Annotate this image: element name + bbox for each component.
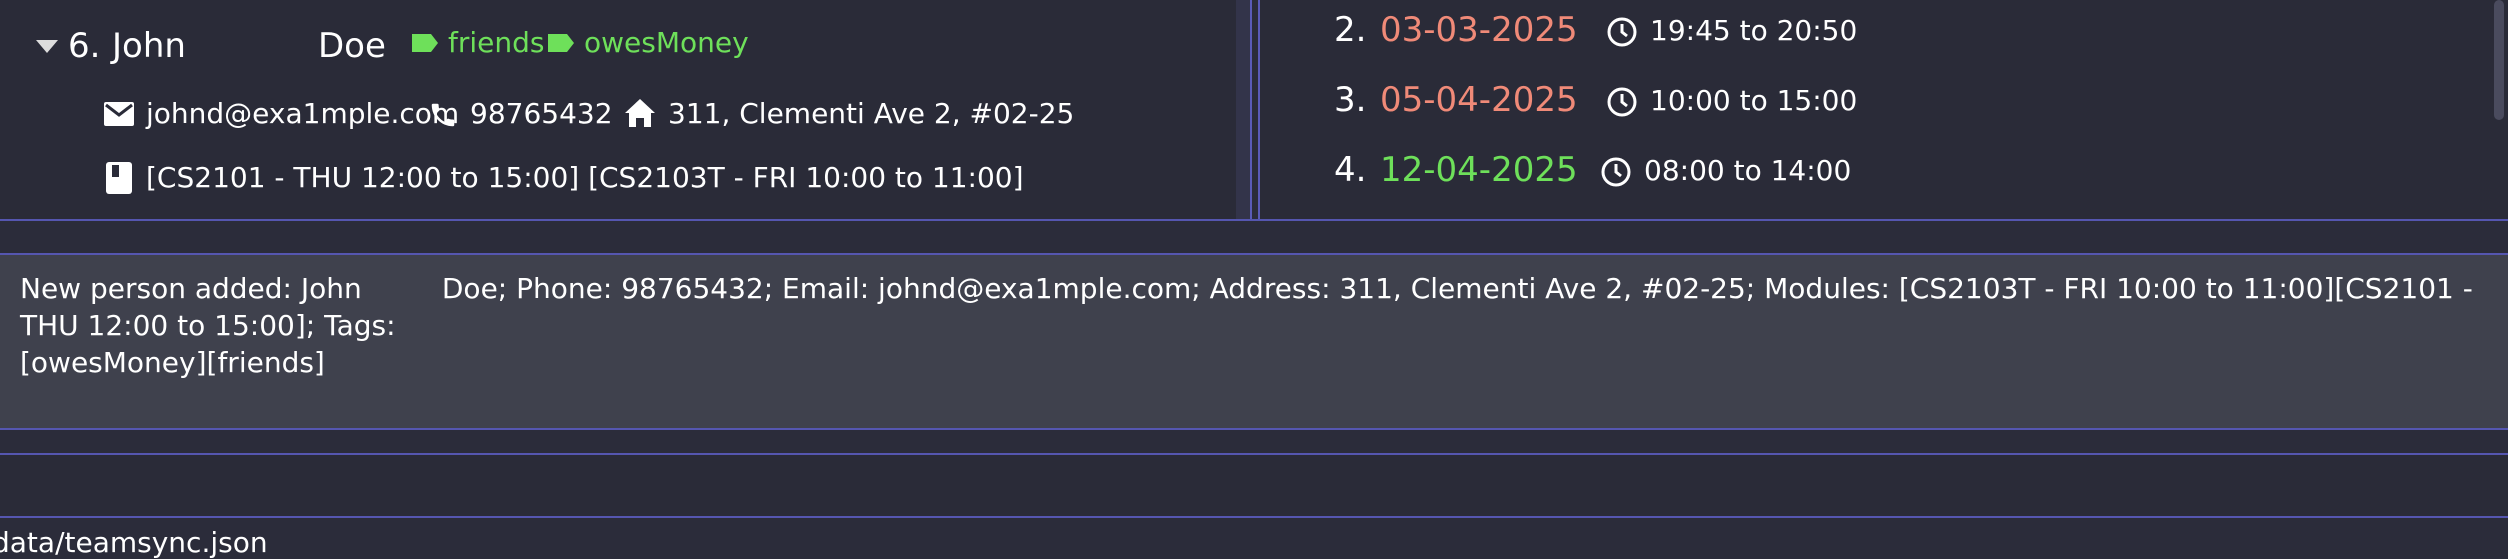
book-icon: [106, 162, 132, 194]
command-input-box[interactable]: [0, 453, 2508, 518]
phone-icon: [431, 103, 455, 127]
panel-divider: [0, 219, 2508, 221]
tag-label: owesMoney: [584, 26, 749, 59]
clock-icon: [1607, 17, 1637, 47]
person-phone: 98765432: [470, 97, 613, 130]
home-icon: [625, 99, 655, 127]
appointment-scrollbar[interactable]: [2494, 0, 2504, 120]
appointment-time: 08:00 to 14:00: [1644, 154, 1852, 187]
appointment-index: 2.: [1334, 10, 1367, 50]
appointment-time: 10:00 to 15:00: [1650, 84, 1858, 117]
result-line-1: New person added: John Doe; Phone: 98765…: [20, 272, 2482, 342]
person-address: 311, Clementi Ave 2, #02-25: [668, 97, 1075, 130]
appointment-date: 12-04-2025: [1380, 150, 1578, 190]
result-line-2: [owesMoney][friends]: [20, 346, 325, 379]
appointment-date: 05-04-2025: [1380, 80, 1578, 120]
person-email: johnd@exa1mple.com: [146, 97, 460, 130]
tag-icon: [548, 33, 574, 52]
appointment-index: 4.: [1334, 150, 1367, 190]
result-display-text: New person added: John Doe; Phone: 98765…: [20, 270, 2490, 381]
tag-label: friends: [448, 26, 545, 59]
person-list-scroll-strip[interactable]: [1236, 0, 1250, 220]
status-bar: [0, 520, 2508, 546]
person-index: 6.: [68, 26, 101, 66]
appointment-time: 19:45 to 20:50: [1650, 14, 1858, 47]
person-modules: [CS2101 - THU 12:00 to 15:00] [CS2103T -…: [146, 161, 1024, 194]
appointment-date: 03-03-2025: [1380, 10, 1578, 50]
clock-icon: [1601, 157, 1631, 187]
tag-owesmoney: owesMoney: [548, 26, 749, 59]
person-last-name: Doe: [318, 26, 386, 66]
email-icon: [104, 102, 134, 126]
collapse-arrow-icon[interactable]: [36, 40, 58, 54]
tag-friends: friends: [412, 26, 544, 59]
person-first-name: John: [112, 26, 186, 66]
clock-icon: [1607, 87, 1637, 117]
tag-icon: [412, 33, 438, 52]
status-file-path: data/teamsync.json: [0, 526, 268, 559]
appointment-index: 3.: [1334, 80, 1367, 120]
